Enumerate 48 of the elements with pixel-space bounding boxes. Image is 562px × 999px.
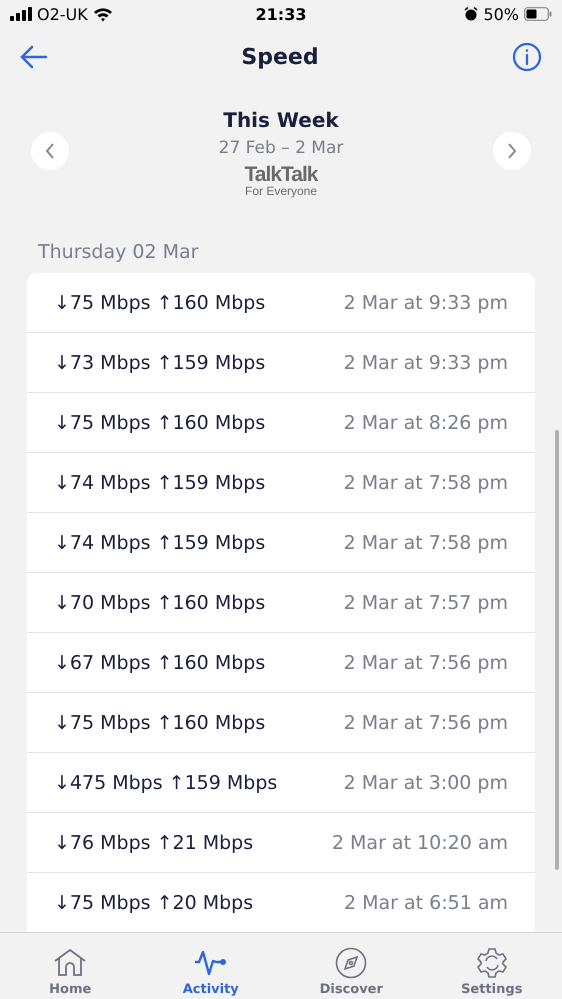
speed-result: ↓75 Mbps ↑20 Mbps: [54, 892, 254, 914]
clock-time: 21:33: [256, 4, 306, 24]
alarm-icon: [464, 7, 478, 21]
speed-result: ↓70 Mbps ↑160 Mbps: [54, 592, 266, 614]
test-time: 2 Mar at 6:51 am: [344, 892, 508, 914]
test-time: 2 Mar at 9:33 pm: [344, 292, 508, 314]
test-time: 2 Mar at 7:57 pm: [344, 592, 508, 614]
test-time: 2 Mar at 8:26 pm: [344, 412, 508, 434]
battery-icon: [524, 7, 552, 21]
speed-result: ↓74 Mbps ↑159 Mbps: [54, 532, 266, 554]
day-heading: Thursday 02 Mar: [37, 240, 200, 265]
page-title: Speed: [241, 44, 319, 70]
wifi-icon: [92, 6, 113, 22]
test-time: 2 Mar at 7:58 pm: [344, 532, 508, 554]
next-week-button[interactable]: [493, 132, 531, 170]
speed-result: ↓67 Mbps ↑160 Mbps: [54, 652, 266, 674]
speed-result: ↓76 Mbps ↑21 Mbps: [54, 832, 254, 854]
test-time: 2 Mar at 9:33 pm: [344, 352, 508, 374]
speed-result: ↓74 Mbps ↑159 Mbps: [54, 472, 266, 494]
brand-logo: TalkTalk: [244, 164, 318, 184]
home-icon: [53, 947, 88, 979]
previous-week-button[interactable]: [31, 132, 69, 170]
test-time: 2 Mar at 7:56 pm: [344, 712, 508, 734]
speed-result: ↓475 Mbps ↑159 Mbps: [54, 772, 278, 794]
speed-result: ↓73 Mbps ↑159 Mbps: [54, 352, 266, 374]
chevron-left-icon: [45, 143, 55, 159]
test-time: 2 Mar at 10:20 am: [332, 832, 508, 854]
gear-icon: [476, 947, 508, 979]
speed-result: ↓75 Mbps ↑160 Mbps: [54, 292, 266, 314]
period-title: This Week: [223, 108, 339, 132]
chevron-right-icon: [507, 143, 517, 159]
date-range: 27 Feb – 2 Mar: [218, 138, 344, 158]
tab-bar-item[interactable]: Home: [0, 933, 140, 999]
tab-bar-item[interactable]: Activity: [140, 933, 281, 999]
test-time: 2 Mar at 3:00 pm: [344, 772, 508, 794]
test-time: 2 Mar at 7:56 pm: [344, 652, 508, 674]
carrier-name: O2-UK: [37, 4, 88, 24]
tab-bar-item[interactable]: Discover: [281, 933, 422, 999]
battery-percent: 50%: [483, 4, 519, 24]
compass-icon: [335, 947, 368, 979]
speed-result: ↓75 Mbps ↑160 Mbps: [54, 412, 266, 434]
brand-tagline: For Everyone: [244, 184, 318, 196]
signal-icon: [10, 7, 32, 21]
speed-result: ↓75 Mbps ↑160 Mbps: [54, 712, 266, 734]
info-button[interactable]: [512, 42, 542, 72]
tab-bar-item[interactable]: Settings: [422, 933, 562, 999]
test-time: 2 Mar at 7:58 pm: [344, 472, 508, 494]
back-button[interactable]: [20, 45, 48, 69]
